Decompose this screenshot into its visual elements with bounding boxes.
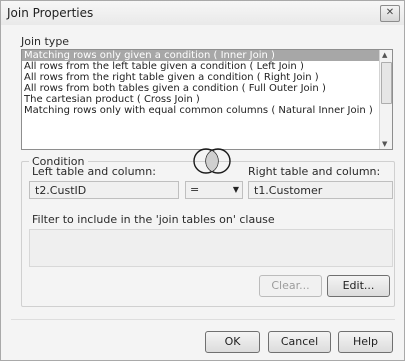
left-table-label: Left table and column: bbox=[32, 165, 156, 178]
join-type-listbox[interactable]: Matching rows only given a condition ( I… bbox=[21, 49, 393, 150]
cancel-button[interactable]: Cancel bbox=[268, 331, 331, 353]
filter-textarea[interactable] bbox=[29, 229, 393, 267]
right-table-column-field[interactable]: t1.Customer bbox=[248, 181, 393, 199]
edit-button[interactable]: Edit... bbox=[327, 275, 390, 297]
close-button[interactable]: ✕ bbox=[380, 5, 400, 22]
join-type-option-left[interactable]: All rows from the left table given a con… bbox=[22, 61, 392, 72]
scroll-up-arrow-icon[interactable]: ▲ bbox=[382, 51, 387, 59]
join-type-option-right[interactable]: All rows from the right table given a co… bbox=[22, 72, 392, 83]
operator-select[interactable]: = ▼ bbox=[185, 181, 243, 199]
right-table-label: Right table and column: bbox=[248, 165, 381, 178]
chevron-down-icon[interactable]: ▼ bbox=[233, 182, 239, 198]
footer-separator bbox=[11, 319, 395, 320]
scroll-thumb[interactable] bbox=[381, 62, 392, 104]
window-title: Join Properties bbox=[7, 6, 94, 20]
close-icon: ✕ bbox=[385, 7, 395, 18]
listbox-scrollbar[interactable]: ▲ ▼ bbox=[379, 50, 392, 149]
title-bar: Join Properties ✕ bbox=[1, 1, 404, 25]
left-table-column-field[interactable]: t2.CustID bbox=[29, 181, 179, 199]
join-properties-dialog: Join Properties ✕ Join type Matching row… bbox=[0, 0, 405, 361]
join-type-option-natural-inner[interactable]: Matching rows only with equal common col… bbox=[22, 105, 392, 116]
join-type-option-full-outer[interactable]: All rows from both tables given a condit… bbox=[22, 83, 392, 94]
clear-button[interactable]: Clear... bbox=[259, 275, 322, 297]
venn-diagram-icon bbox=[193, 148, 231, 174]
join-type-label: Join type bbox=[21, 35, 70, 48]
ok-button[interactable]: OK bbox=[205, 331, 260, 353]
scroll-down-arrow-icon[interactable]: ▼ bbox=[382, 140, 387, 148]
join-type-option-cross[interactable]: The cartesian product ( Cross Join ) bbox=[22, 94, 392, 105]
filter-label: Filter to include in the 'join tables on… bbox=[32, 213, 275, 226]
join-type-option-inner[interactable]: Matching rows only given a condition ( I… bbox=[22, 50, 392, 61]
help-button[interactable]: Help bbox=[338, 331, 393, 353]
operator-value: = bbox=[190, 183, 200, 196]
